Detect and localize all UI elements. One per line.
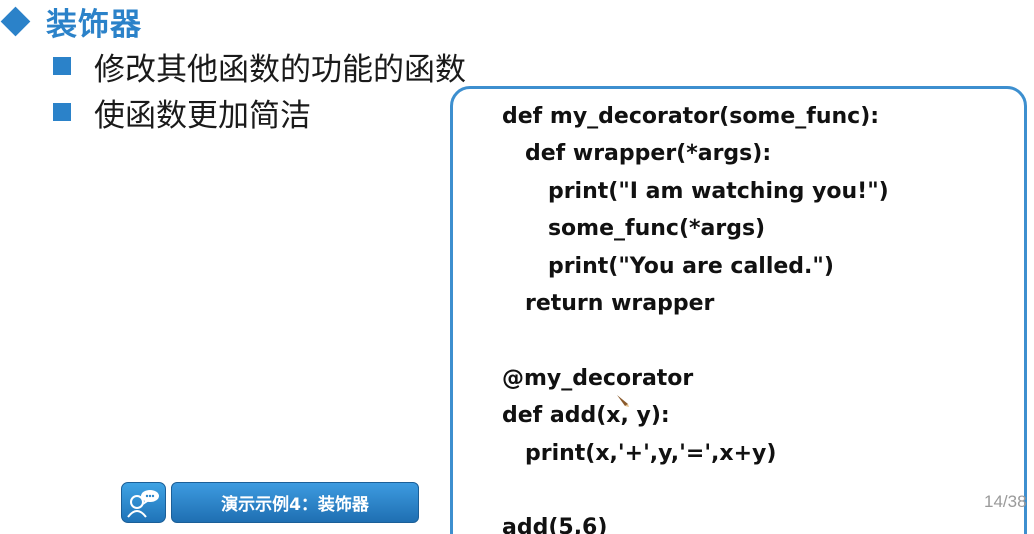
code-line: def my_decorator(some_func): <box>502 104 880 129</box>
code-line: print(x,'+',y,'=',x+y) <box>502 440 777 466</box>
bullet-text: 修改其他函数的功能的函数 <box>94 51 466 88</box>
page-number: 14/38 <box>984 492 1027 511</box>
code-line: def add(x, y): <box>502 403 670 429</box>
code-line: return wrapper <box>502 290 715 316</box>
slide: 装饰器 修改其他函数的功能的函数 使函数更加简洁 def my_decorato… <box>0 0 1034 534</box>
demo-example-button[interactable]: 演示示例4：装饰器 <box>171 482 419 523</box>
code-line: add(5,6) <box>502 515 608 534</box>
code-block: def my_decorator(some_func): def wrapper… <box>502 98 889 534</box>
code-line: some_func(*args) <box>502 216 766 242</box>
bullet-text: 使函数更加简洁 <box>94 97 311 134</box>
demo-example-label: 演示示例4：装饰器 <box>221 495 369 515</box>
bullet-list: 修改其他函数的功能的函数 使函数更加简洁 <box>53 43 466 135</box>
code-line: @my_decorator <box>502 365 694 391</box>
slide-title: 装饰器 <box>46 6 142 43</box>
code-line: print("You are called.") <box>502 253 834 279</box>
bullet-item: 修改其他函数的功能的函数 <box>53 43 466 89</box>
square-bullet-icon <box>53 103 71 121</box>
pen-cursor-icon <box>617 395 629 407</box>
code-line: def wrapper(*args): <box>502 141 772 167</box>
diamond-bullet-icon <box>0 6 31 36</box>
square-bullet-icon <box>53 57 71 75</box>
chat-person-icon[interactable] <box>121 482 166 523</box>
bullet-item: 使函数更加简洁 <box>53 89 466 135</box>
code-line: print("I am watching you!") <box>502 178 889 204</box>
slide-title-row: 装饰器 <box>0 0 142 44</box>
